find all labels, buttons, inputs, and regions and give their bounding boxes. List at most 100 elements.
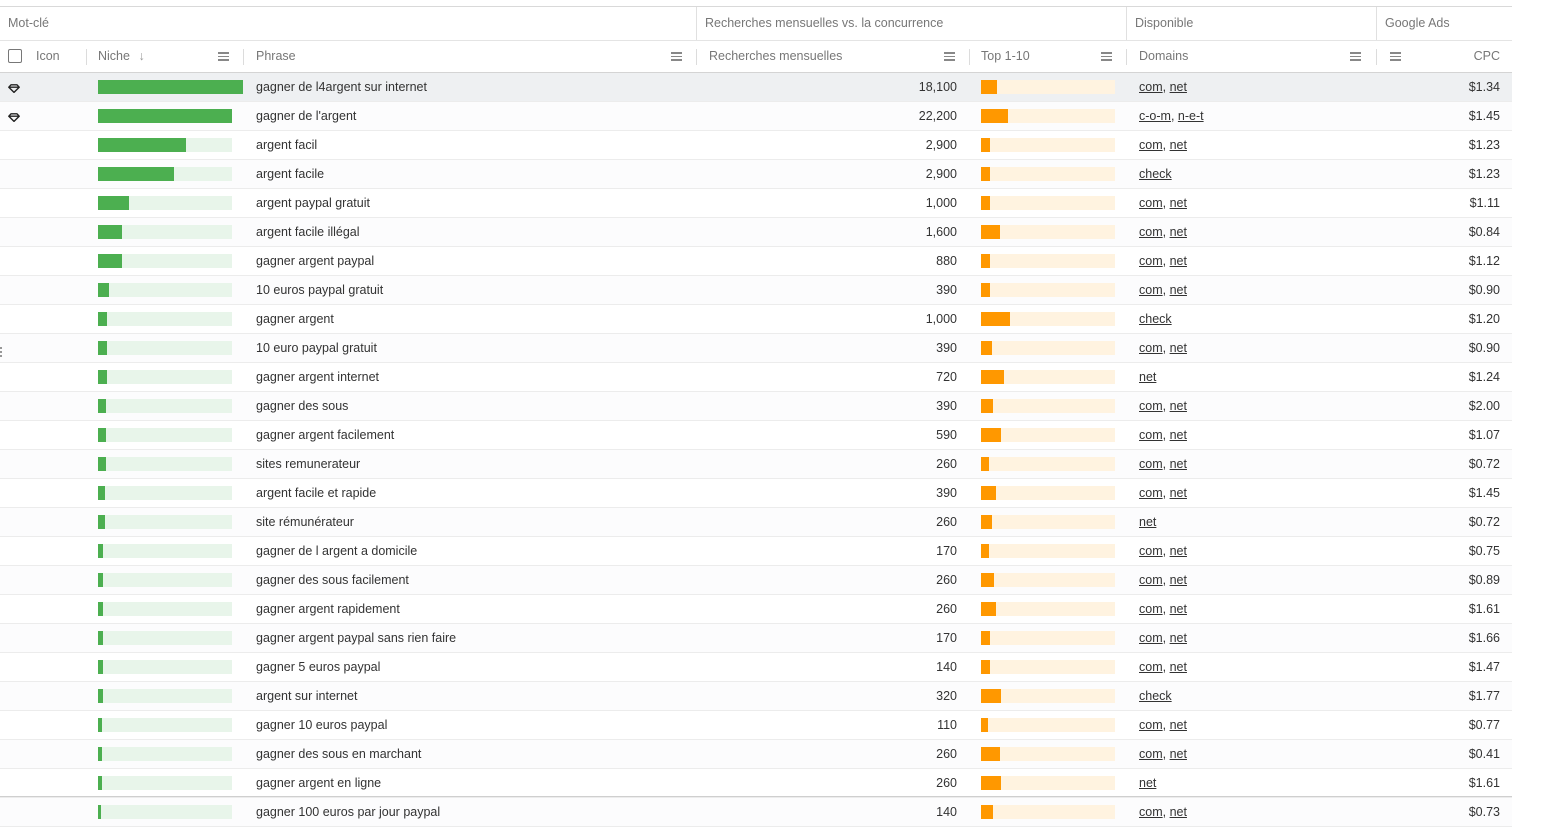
domain-link[interactable]: com	[1139, 602, 1163, 616]
domain-link[interactable]: com	[1139, 138, 1163, 152]
domain-link[interactable]: net	[1170, 747, 1187, 761]
domain-link[interactable]: net	[1170, 428, 1187, 442]
table-row[interactable]: gagner de l argent a domicile 170 com, net…	[0, 537, 1512, 566]
domain-link[interactable]: com	[1139, 747, 1163, 761]
phrase-cell[interactable]: argent facile et rapide	[256, 479, 376, 507]
table-row[interactable]: gagner de l4argent sur internet 18,100 com…	[0, 73, 1512, 102]
phrase-cell[interactable]: gagner 5 euros paypal	[256, 653, 380, 681]
table-row[interactable]: gagner argent rapidement 260 com, net $1.61	[0, 595, 1512, 624]
header-cpc[interactable]: CPC	[1400, 41, 1500, 72]
table-row[interactable]: gagner argent facilement 590 com, net $1.07	[0, 421, 1512, 450]
top-column-menu-icon[interactable]	[1101, 52, 1112, 61]
table-row[interactable]: gagner 10 euros paypal 110 com, net $0.77	[0, 711, 1512, 740]
domain-link[interactable]: net	[1170, 631, 1187, 645]
domain-link[interactable]: net	[1139, 515, 1156, 529]
domain-link[interactable]: net	[1170, 254, 1187, 268]
phrase-cell[interactable]: gagner argent paypal	[256, 247, 374, 275]
header-icon[interactable]: Icon	[36, 41, 60, 72]
domain-link[interactable]: com	[1139, 805, 1163, 819]
domain-link[interactable]: net	[1170, 660, 1187, 674]
phrase-cell[interactable]: site rémunérateur	[256, 508, 354, 536]
domain-link[interactable]: net	[1170, 602, 1187, 616]
domain-link[interactable]: com	[1139, 254, 1163, 268]
table-row[interactable]: argent facile et rapide 390 com, net $1.45	[0, 479, 1512, 508]
domain-link[interactable]: net	[1170, 225, 1187, 239]
table-row[interactable]: gagner des sous facilement 260 com, net $0.…	[0, 566, 1512, 595]
phrase-cell[interactable]: gagner des sous	[256, 392, 348, 420]
table-row[interactable]: gagner argent internet 720 net $1.24	[0, 363, 1512, 392]
phrase-column-menu-icon[interactable]	[671, 52, 682, 61]
phrase-cell[interactable]: gagner des sous facilement	[256, 566, 409, 594]
phrase-cell[interactable]: gagner des sous en marchant	[256, 740, 421, 768]
domain-link[interactable]: net	[1139, 776, 1156, 790]
table-row[interactable]: gagner argent paypal 880 com, net $1.12	[0, 247, 1512, 276]
phrase-cell[interactable]: gagner argent facilement	[256, 421, 394, 449]
phrase-cell[interactable]: 10 euros paypal gratuit	[256, 276, 383, 304]
domain-link[interactable]: com	[1139, 196, 1163, 210]
niche-column-menu-icon[interactable]	[218, 52, 229, 61]
header-top[interactable]: Top 1-10	[981, 41, 1030, 72]
domain-link[interactable]: net	[1170, 486, 1187, 500]
table-row[interactable]: argent sur internet 320 check $1.77	[0, 682, 1512, 711]
phrase-cell[interactable]: gagner argent en ligne	[256, 769, 381, 797]
domain-link[interactable]: check	[1139, 689, 1172, 703]
phrase-cell[interactable]: argent facile illégal	[256, 218, 360, 246]
phrase-cell[interactable]: argent facile	[256, 160, 324, 188]
phrase-cell[interactable]: gagner argent paypal sans rien faire	[256, 624, 456, 652]
phrase-cell[interactable]: gagner de l4argent sur internet	[256, 73, 427, 101]
table-row[interactable]: argent facile illégal 1,600 com, net $0.84	[0, 218, 1512, 247]
table-row[interactable]: gagner des sous en marchant 260 com, net $0…	[0, 740, 1512, 769]
phrase-cell[interactable]: gagner de l'argent	[256, 102, 356, 130]
table-row[interactable]: sites remunerateur 260 com, net $0.72	[0, 450, 1512, 479]
domain-link[interactable]: com	[1139, 428, 1163, 442]
domain-link[interactable]: com	[1139, 544, 1163, 558]
drag-handle-icon[interactable]	[0, 347, 3, 359]
domain-link[interactable]: com	[1139, 225, 1163, 239]
phrase-cell[interactable]: 10 euro paypal gratuit	[256, 334, 377, 362]
table-row[interactable]: gagner de l'argent 22,200 c-o-m, n-e-t $1.4…	[0, 102, 1512, 131]
table-row[interactable]: gagner 5 euros paypal 140 com, net $1.47	[0, 653, 1512, 682]
domain-link[interactable]: net	[1170, 399, 1187, 413]
phrase-cell[interactable]: argent sur internet	[256, 682, 357, 710]
domains-column-menu-icon[interactable]	[1350, 52, 1361, 61]
phrase-cell[interactable]: gagner 100 euros par jour paypal	[256, 798, 440, 826]
header-phrase[interactable]: Phrase	[256, 41, 296, 72]
domain-link[interactable]: com	[1139, 573, 1163, 587]
phrase-cell[interactable]: gagner argent rapidement	[256, 595, 400, 623]
domain-link[interactable]: com	[1139, 80, 1163, 94]
table-row[interactable]: gagner des sous 390 com, net $2.00	[0, 392, 1512, 421]
table-row[interactable]: gagner 100 euros par jour paypal 140 com, …	[0, 798, 1512, 827]
phrase-cell[interactable]: argent paypal gratuit	[256, 189, 370, 217]
domain-link[interactable]: com	[1139, 631, 1163, 645]
domain-link[interactable]: net	[1170, 341, 1187, 355]
domain-link[interactable]: net	[1170, 573, 1187, 587]
domain-link[interactable]: net	[1170, 544, 1187, 558]
domain-link[interactable]: net	[1170, 283, 1187, 297]
domain-link[interactable]: com	[1139, 660, 1163, 674]
select-all-checkbox[interactable]	[8, 49, 22, 63]
domain-link[interactable]: net	[1170, 718, 1187, 732]
domain-link[interactable]: c-o-m	[1139, 109, 1171, 123]
domain-link[interactable]: com	[1139, 283, 1163, 297]
phrase-cell[interactable]: gagner 10 euros paypal	[256, 711, 387, 739]
domain-link[interactable]: com	[1139, 341, 1163, 355]
table-row[interactable]: gagner argent 1,000 check $1.20	[0, 305, 1512, 334]
domain-link[interactable]: net	[1170, 196, 1187, 210]
domain-link[interactable]: check	[1139, 167, 1172, 181]
table-row[interactable]: argent facile 2,900 check $1.23	[0, 160, 1512, 189]
table-row[interactable]: 10 euro paypal gratuit 390 com, net $0.90	[0, 334, 1512, 363]
searches-column-menu-icon[interactable]	[944, 52, 955, 61]
domain-link[interactable]: check	[1139, 312, 1172, 326]
domain-link[interactable]: net	[1170, 138, 1187, 152]
domain-link[interactable]: com	[1139, 457, 1163, 471]
domain-link[interactable]: net	[1170, 457, 1187, 471]
table-row[interactable]: argent paypal gratuit 1,000 com, net $1.11	[0, 189, 1512, 218]
domain-link[interactable]: com	[1139, 718, 1163, 732]
table-row[interactable]: site rémunérateur 260 net $0.72	[0, 508, 1512, 537]
table-row[interactable]: gagner argent paypal sans rien faire 170 c…	[0, 624, 1512, 653]
header-niche[interactable]: Niche ↓	[98, 41, 145, 72]
domain-link[interactable]: net	[1170, 805, 1187, 819]
domain-link[interactable]: com	[1139, 486, 1163, 500]
phrase-cell[interactable]: gagner argent internet	[256, 363, 379, 391]
phrase-cell[interactable]: argent facil	[256, 131, 317, 159]
